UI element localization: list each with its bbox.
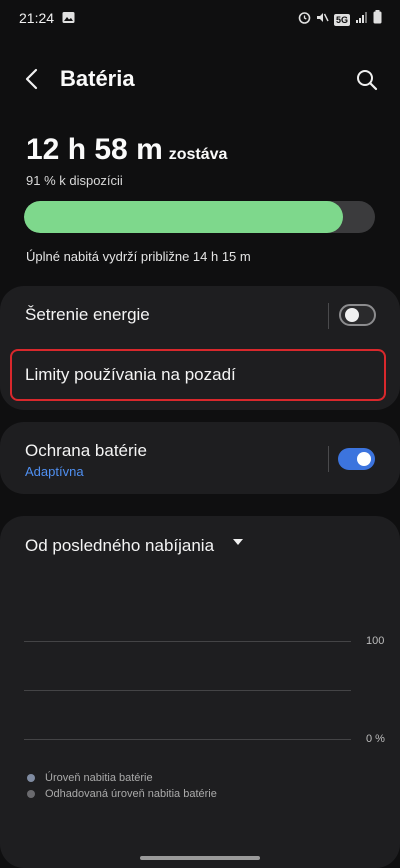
row-divider [328, 303, 329, 329]
legend-item: Úroveň nabitia batérie [27, 772, 153, 784]
legend-dot [27, 774, 35, 782]
arrow-left-icon[interactable] [20, 66, 46, 92]
power-saving-toggle[interactable] [339, 304, 376, 326]
navigation-handle[interactable] [140, 856, 260, 860]
battery-level-bar [24, 201, 375, 233]
row-divider [328, 446, 329, 472]
available-percent: 91 % k dispozícii [26, 173, 123, 188]
highlight-box [10, 349, 386, 401]
axis-label-bottom: 0 % [366, 733, 385, 745]
toggle-knob [345, 308, 359, 322]
toggle-knob [357, 452, 371, 466]
page-title: Batéria [60, 66, 135, 91]
battery-level-fill [24, 201, 344, 233]
battery-protection-label: Ochrana batérie [25, 441, 147, 460]
usage-card: Od posledného nabíjania 100 0 % Úroveň n… [0, 516, 400, 868]
gallery-notification-icon [62, 11, 75, 29]
app-bar: Batéria [0, 52, 400, 108]
network-5g-icon: 5G [333, 13, 350, 26]
battery-protection-card[interactable]: Ochrana batérie Adaptívna [0, 422, 400, 494]
remaining-unit: zostáva [168, 146, 228, 163]
grid-line-mid [24, 690, 351, 691]
status-time: 21:24 [19, 10, 55, 26]
battery-protection-mode: Adaptívna [25, 464, 84, 479]
battery-status-icon [373, 10, 382, 29]
power-saving-label: Šetrenie energie [25, 305, 150, 324]
legend-label: Odhadovaná úroveň nabitia batérie [45, 788, 217, 800]
grid-line-top [24, 641, 351, 642]
search-icon[interactable] [354, 67, 380, 93]
triangle-down-icon[interactable] [231, 535, 245, 549]
mute-icon [316, 11, 329, 29]
legend-item: Odhadovaná úroveň nabitia batérie [27, 788, 217, 800]
battery-protection-toggle[interactable] [338, 448, 375, 470]
battery-summary: 12 h 58 m zostáva 91 % k dispozícii [26, 133, 376, 188]
full-charge-estimate: Úplné nabitá vydrží približne 14 h 15 m [26, 249, 251, 264]
remaining-time: 12 h 58 m [26, 133, 163, 166]
grid-line-bottom [24, 739, 351, 740]
legend-dot [27, 790, 35, 798]
axis-label-top: 100 [366, 635, 385, 647]
legend-label: Úroveň nabitia batérie [45, 772, 153, 784]
period-dropdown[interactable]: Od posledného nabíjania [25, 536, 214, 556]
status-bar: 21:24 5G [0, 0, 400, 36]
signal-icon [355, 11, 368, 29]
alarm-icon [298, 11, 311, 29]
